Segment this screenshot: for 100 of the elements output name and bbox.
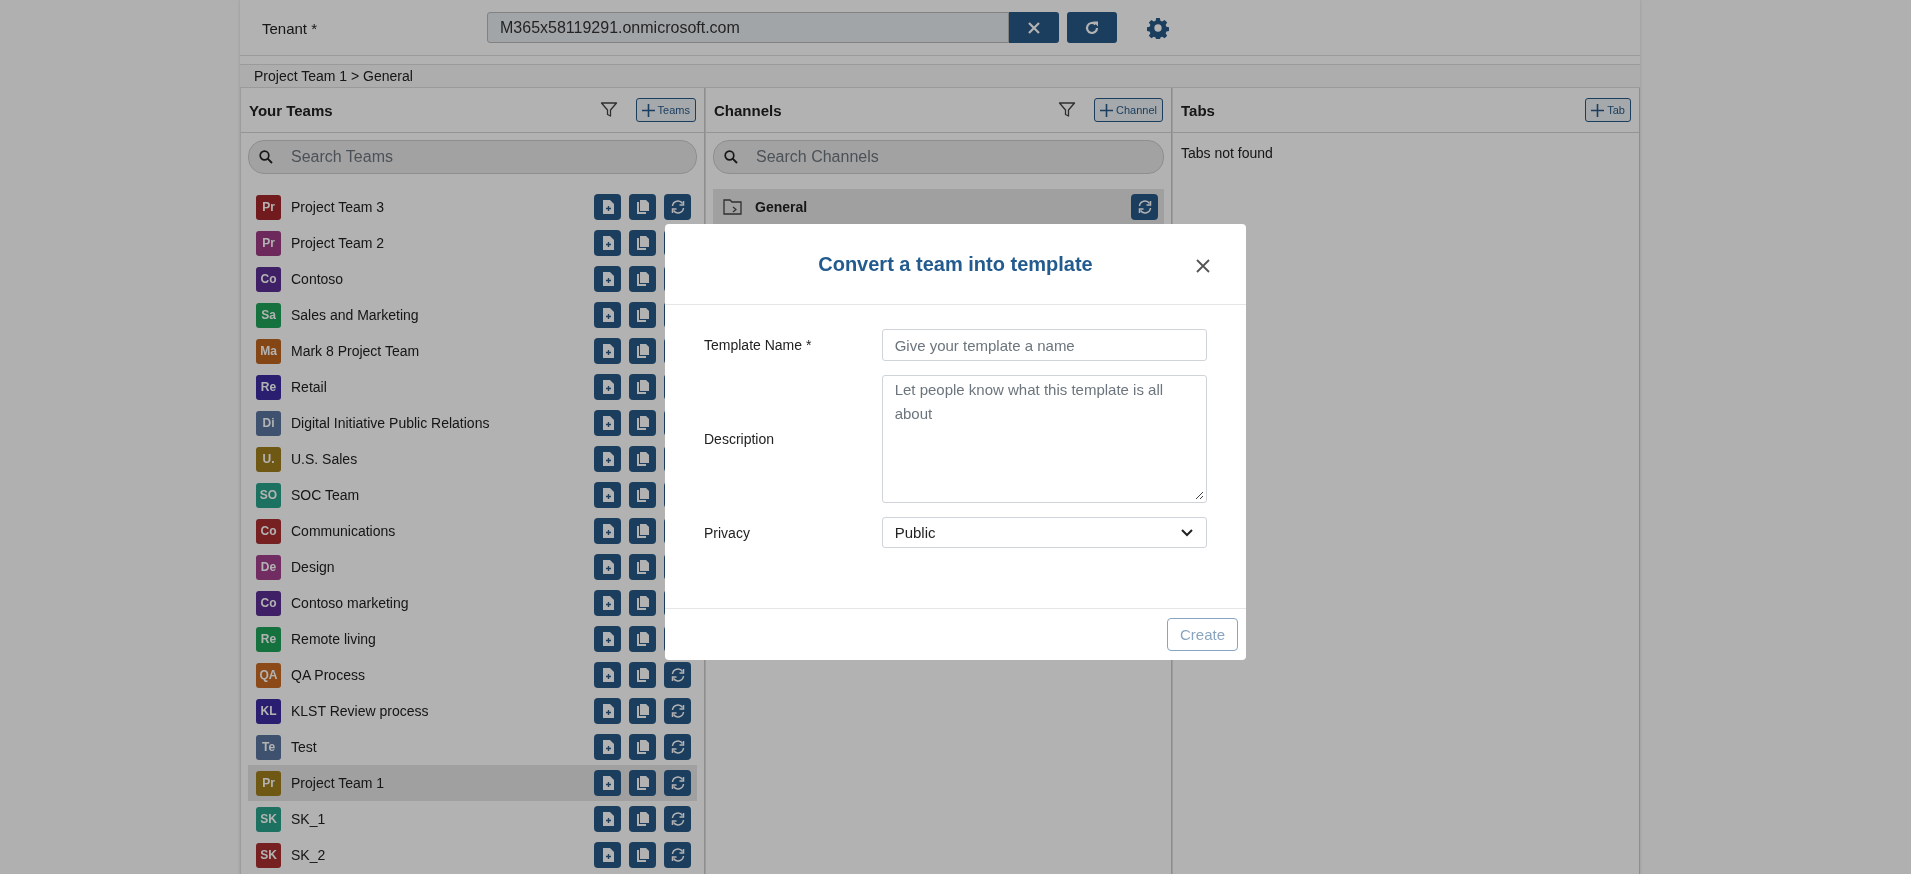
filter-icon[interactable] xyxy=(1058,101,1076,119)
search-icon xyxy=(724,150,738,164)
new-file-button[interactable] xyxy=(594,338,621,364)
new-file-button[interactable] xyxy=(594,518,621,544)
team-avatar: SK xyxy=(256,806,281,832)
new-file-button[interactable] xyxy=(594,410,621,436)
team-name: Digital Initiative Public Relations xyxy=(291,415,491,431)
copy-button[interactable] xyxy=(629,518,656,544)
sync-button[interactable] xyxy=(664,770,691,796)
new-file-button[interactable] xyxy=(594,662,621,688)
sync-button[interactable] xyxy=(1131,194,1158,220)
sync-icon xyxy=(669,200,686,214)
new-file-button[interactable] xyxy=(594,266,621,292)
team-name: Contoso marketing xyxy=(291,595,410,611)
sync-button[interactable] xyxy=(664,842,691,868)
team-avatar: Di xyxy=(256,410,281,436)
new-file-button[interactable] xyxy=(594,842,621,868)
team-avatar: Co xyxy=(256,518,281,544)
new-file-button[interactable] xyxy=(594,626,621,652)
copy-button[interactable] xyxy=(629,662,656,688)
new-file-button[interactable] xyxy=(594,230,621,256)
new-file-button[interactable] xyxy=(594,806,621,832)
channel-item[interactable]: General xyxy=(713,189,1164,225)
sync-button[interactable] xyxy=(664,194,691,220)
settings-icon[interactable] xyxy=(1147,16,1169,39)
new-file-button[interactable] xyxy=(594,554,621,580)
close-icon[interactable] xyxy=(1195,258,1211,274)
new-file-button[interactable] xyxy=(594,374,621,400)
file-plus-icon xyxy=(601,272,614,286)
team-name: SOC Team xyxy=(291,487,361,503)
copy-button[interactable] xyxy=(629,230,656,256)
copy-button[interactable] xyxy=(629,194,656,220)
copy-button[interactable] xyxy=(629,806,656,832)
field-label: Template Name * xyxy=(704,337,813,353)
copy-icon xyxy=(635,812,650,826)
input-field[interactable]: Give your template a name xyxy=(881,329,1207,361)
copy-button[interactable] xyxy=(629,842,656,868)
team-item[interactable]: Te Test xyxy=(248,729,697,765)
clear-button[interactable] xyxy=(1009,12,1059,43)
team-name: Contoso xyxy=(291,271,345,287)
team-item[interactable]: Pr Project Team 3 xyxy=(248,189,697,225)
team-item[interactable]: Pr Project Team 1 xyxy=(248,765,697,801)
copy-button[interactable] xyxy=(629,482,656,508)
team-avatar: Pr xyxy=(256,230,281,256)
team-item[interactable]: SK SK_1 xyxy=(248,801,697,837)
text-area[interactable]: Let people know what this template is all about xyxy=(881,375,1207,503)
copy-button[interactable] xyxy=(629,266,656,292)
file-plus-icon xyxy=(601,704,614,718)
folder-icon xyxy=(723,198,743,216)
sync-button[interactable] xyxy=(664,698,691,724)
file-plus-icon xyxy=(601,380,614,394)
copy-button[interactable] xyxy=(629,374,656,400)
team-avatar: U. xyxy=(256,446,281,472)
copy-button[interactable] xyxy=(629,338,656,364)
plus-icon xyxy=(1591,103,1605,117)
copy-button[interactable] xyxy=(629,446,656,472)
add-button[interactable]: Channel xyxy=(1094,98,1163,122)
sync-button[interactable] xyxy=(664,734,691,760)
resize-handle-icon[interactable] xyxy=(1194,490,1204,500)
dialog-title: Convert a team into template xyxy=(818,252,1093,276)
new-file-button[interactable] xyxy=(594,194,621,220)
add-button[interactable]: Teams xyxy=(635,98,696,122)
new-file-button[interactable] xyxy=(594,482,621,508)
copy-button[interactable] xyxy=(629,554,656,580)
copy-icon xyxy=(635,524,650,538)
copy-button[interactable] xyxy=(629,626,656,652)
copy-icon xyxy=(635,344,650,358)
team-avatar: Ma xyxy=(256,338,281,364)
sync-icon xyxy=(669,848,686,862)
copy-icon xyxy=(635,236,650,250)
copy-icon xyxy=(635,488,650,502)
add-button[interactable]: Tab xyxy=(1585,98,1631,122)
team-avatar: Pr xyxy=(256,194,281,220)
filter-icon[interactable] xyxy=(599,101,618,119)
tenant-field[interactable]: M365x58119291.onmicrosoft.com xyxy=(487,12,1009,43)
new-file-button[interactable] xyxy=(594,590,621,616)
team-name: Mark 8 Project Team xyxy=(291,343,421,359)
dropdown[interactable]: Public xyxy=(881,517,1207,548)
team-item[interactable]: SK SK_2 xyxy=(248,837,697,873)
new-file-button[interactable] xyxy=(594,446,621,472)
copy-button[interactable] xyxy=(629,770,656,796)
team-avatar: Te xyxy=(256,734,281,760)
copy-button[interactable] xyxy=(629,590,656,616)
sync-button[interactable] xyxy=(664,806,691,832)
team-item[interactable]: KL KLST Review process xyxy=(248,693,697,729)
new-file-button[interactable] xyxy=(594,770,621,796)
copy-button[interactable] xyxy=(629,410,656,436)
new-file-button[interactable] xyxy=(594,734,621,760)
refresh-button[interactable] xyxy=(1067,12,1117,43)
sync-button[interactable] xyxy=(664,662,691,688)
team-avatar: Re xyxy=(256,626,281,652)
copy-button[interactable] xyxy=(629,698,656,724)
file-plus-icon xyxy=(601,560,614,574)
panel-title: Your Teams xyxy=(249,101,334,119)
sync-icon xyxy=(1136,200,1153,214)
copy-button[interactable] xyxy=(629,302,656,328)
copy-button[interactable] xyxy=(629,734,656,760)
new-file-button[interactable] xyxy=(594,302,621,328)
team-item[interactable]: QA QA Process xyxy=(248,657,697,693)
new-file-button[interactable] xyxy=(594,698,621,724)
